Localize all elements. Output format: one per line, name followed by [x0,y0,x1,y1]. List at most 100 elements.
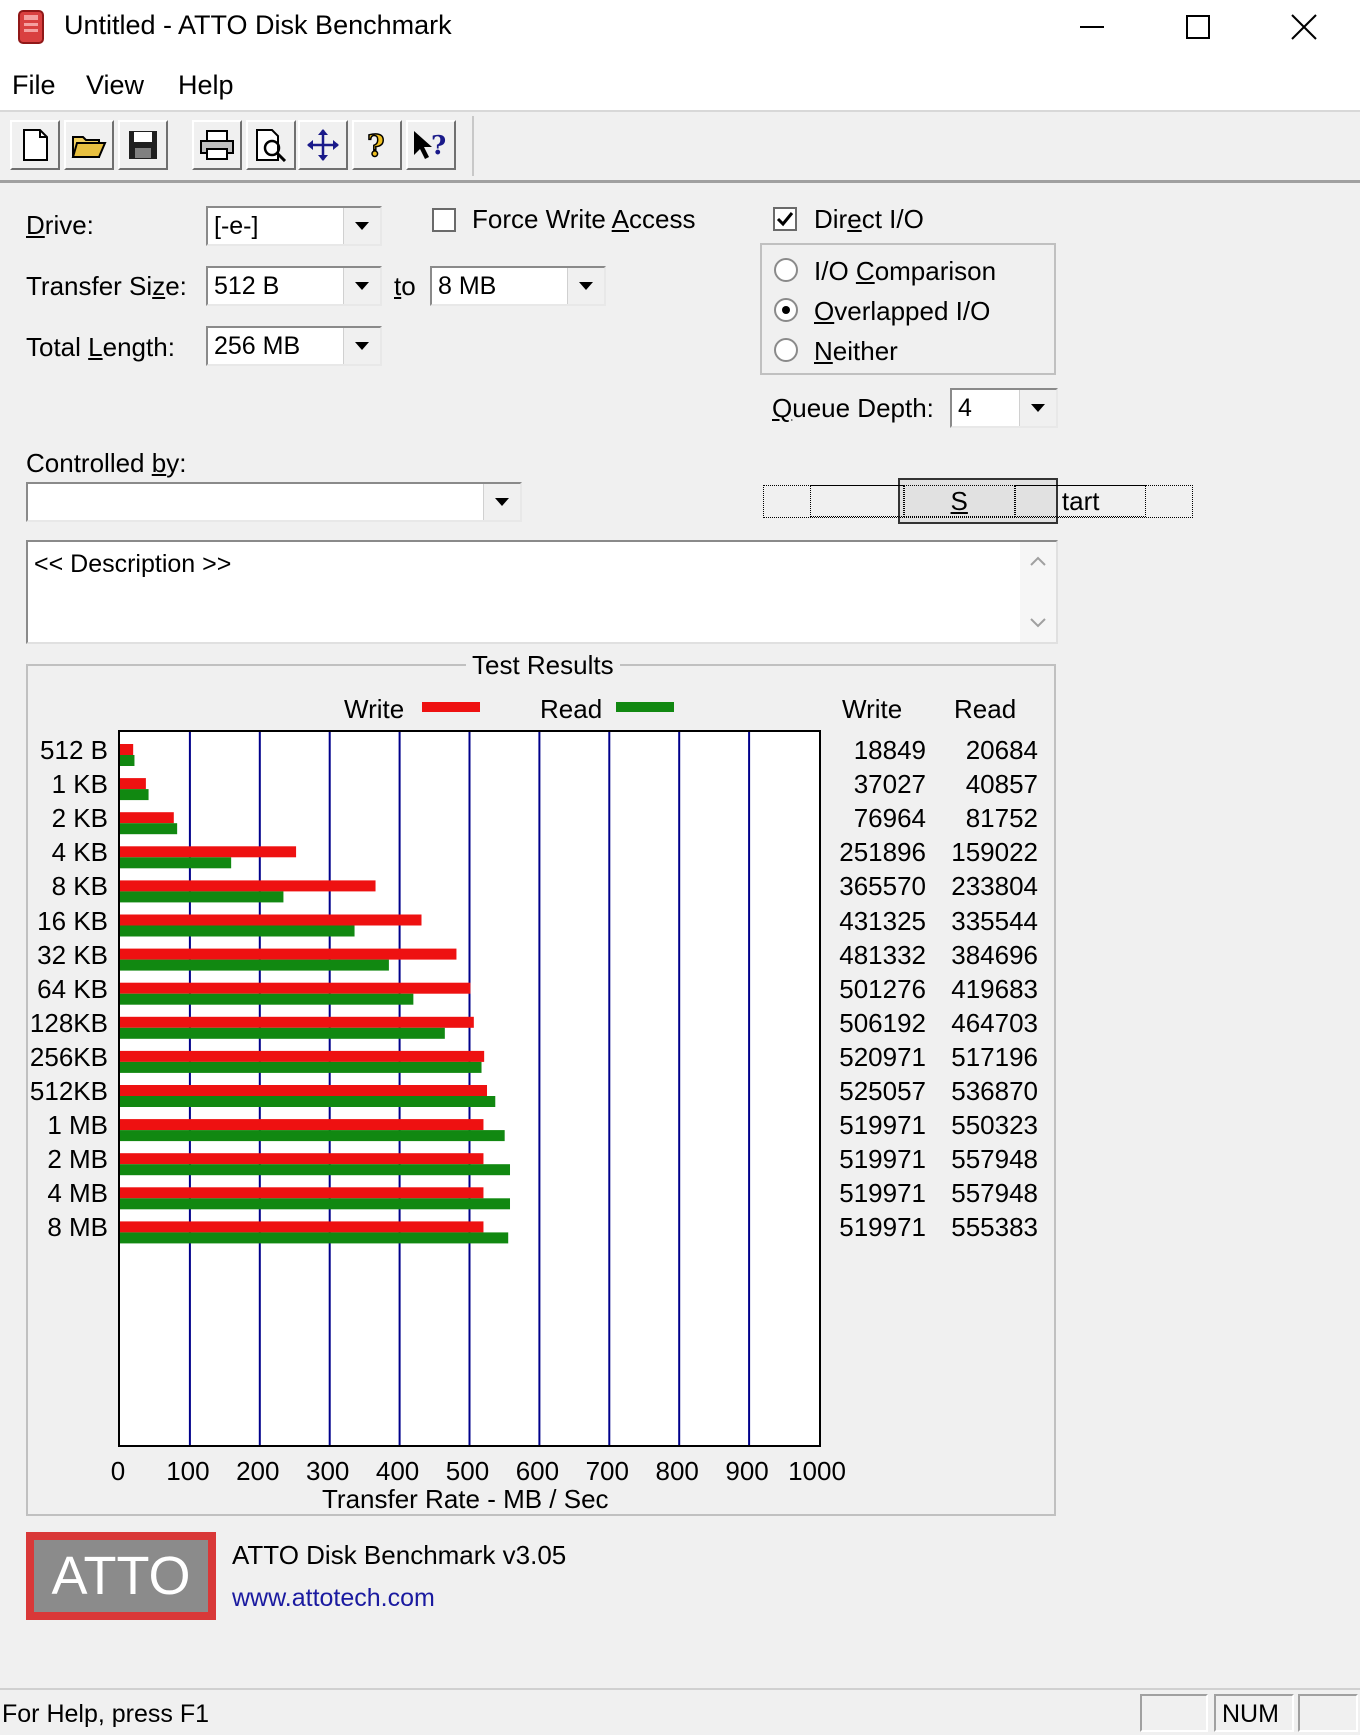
x-tick-label: 100 [166,1456,210,1486]
x-tick-label: 1000 [788,1456,846,1486]
chevron-down-icon[interactable] [567,268,604,304]
legend-write-label: Write [344,694,405,724]
transfer-to-value: 8 MB [438,272,497,300]
svg-text:?: ? [431,131,446,161]
category-label: 1 MB [47,1110,108,1141]
maximize-button[interactable] [1146,0,1250,54]
new-icon [23,129,48,161]
maximize-icon [1186,15,1210,39]
read-value: 557948 [951,1178,1038,1209]
move-button[interactable] [298,120,348,170]
queue-depth-label: Queue Depth: [772,393,934,423]
read-value: 557948 [951,1144,1038,1175]
write-value: 519971 [839,1110,926,1141]
total-length-value: 256 MB [214,332,301,360]
chevron-down-icon[interactable] [343,268,380,304]
save-button[interactable] [118,120,168,170]
menu-view[interactable]: View [86,70,144,101]
svg-text:?: ? [367,129,385,162]
legend-read-swatch [616,702,674,712]
transfer-size-label: Transfer Size: [26,271,187,301]
total-length-label: Total Length: [26,332,175,362]
context-help-icon: ? [414,131,446,161]
controlled-by-combo[interactable] [26,482,522,522]
force-write-label: Force Write Access [472,204,696,234]
x-tick-label: 600 [515,1456,560,1486]
queue-depth-combo[interactable]: 4 [950,388,1058,428]
transfer-rate-chart [118,730,821,1447]
chevron-down-icon[interactable] [343,208,380,244]
open-button[interactable] [64,120,114,170]
legend-write-swatch [422,702,480,712]
print-preview-button[interactable] [246,120,296,170]
column-header-read: Read [954,694,1017,724]
scroll-up-icon[interactable] [1030,556,1046,566]
category-label: 8 MB [47,1212,108,1243]
column-header-write: Write [842,694,903,724]
chevron-down-icon[interactable] [343,328,380,364]
read-value: 464703 [951,1007,1038,1038]
context-help-button[interactable]: ? [406,120,456,170]
write-value: 365570 [839,871,926,902]
app-icon [16,9,46,45]
drive-combo[interactable]: [-e-] [206,206,382,246]
read-bar [120,823,178,835]
read-bar [120,993,414,1005]
read-value: 550323 [951,1110,1038,1141]
read-bar [120,857,232,869]
direct-io-checkbox[interactable] [773,207,797,231]
overlapped-io-radio[interactable] [774,298,798,322]
category-label: 1 KB [51,769,108,800]
start-button[interactable]: Start [762,478,1194,524]
menu-file[interactable]: File [12,70,56,101]
read-value: 40857 [965,769,1038,800]
neither-radio[interactable] [774,338,798,362]
print-button[interactable] [192,120,242,170]
total-length-combo[interactable]: 256 MB [206,326,382,366]
read-bar [120,789,149,801]
close-button[interactable] [1252,0,1356,54]
category-label: 64 KB [37,973,108,1004]
minimize-button[interactable] [1040,0,1144,54]
neither-label: Neither [814,336,898,366]
transfer-from-value: 512 B [214,272,280,300]
read-value: 20684 [965,735,1038,765]
x-tick-label: 500 [445,1456,490,1486]
description-scrollbar[interactable] [1020,542,1056,642]
x-tick-label: 900 [725,1456,769,1486]
write-bar [120,846,297,858]
read-bar [120,1130,505,1142]
write-value: 431325 [839,905,926,936]
menu-help[interactable]: Help [178,70,234,101]
website-link[interactable]: www.attotech.com [232,1584,435,1613]
io-comparison-radio[interactable] [774,258,798,282]
scroll-down-icon[interactable] [1030,618,1046,628]
chevron-down-icon[interactable] [483,484,520,520]
write-bar [120,982,471,994]
write-bar [120,948,457,960]
x-tick-label: 200 [236,1456,280,1486]
close-icon [1291,14,1317,40]
force-write-checkbox[interactable] [432,208,456,232]
transfer-from-combo[interactable]: 512 B [206,266,382,306]
minimize-icon [1080,26,1104,28]
category-label: 512 B [40,735,108,765]
help-button[interactable]: ? [352,120,402,170]
write-value: 525057 [839,1076,926,1106]
new-button[interactable] [10,120,60,170]
print-preview-icon [256,129,287,162]
read-bar [120,1198,511,1210]
transfer-to-combo[interactable]: 8 MB [430,266,606,306]
read-value: 384696 [951,939,1038,970]
category-label: 4 MB [47,1178,108,1209]
status-pane-scroll [1298,1694,1358,1732]
description-textarea[interactable]: << Description >> [26,540,1058,644]
write-bar [120,1016,474,1028]
read-value: 555383 [951,1212,1038,1243]
chevron-down-icon[interactable] [1019,390,1056,426]
write-value: 501276 [839,973,926,1004]
atto-logo-text: ATTO [34,1540,208,1612]
io-comparison-label: I/O Comparison [814,256,997,286]
version-text: ATTO Disk Benchmark v3.05 [232,1540,567,1570]
category-label: 128KB [29,1007,108,1038]
